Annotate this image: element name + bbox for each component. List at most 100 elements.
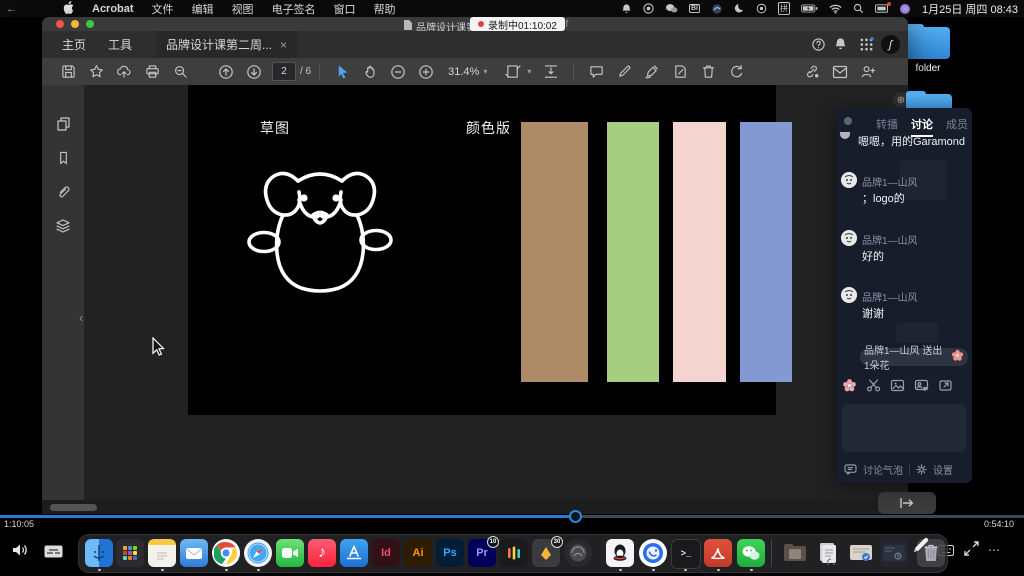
wechat-status-icon[interactable] xyxy=(665,3,678,14)
menu-esign[interactable]: 电子签名 xyxy=(272,1,316,17)
delete-trash-icon[interactable] xyxy=(694,61,722,83)
dock-folder-downloads-icon[interactable] xyxy=(781,539,809,567)
siri-icon[interactable] xyxy=(899,3,911,15)
minimize-window-button[interactable] xyxy=(71,20,79,28)
next-page-icon[interactable] xyxy=(240,61,268,83)
dock-premiere-icon[interactable]: Pr10 xyxy=(468,539,496,567)
swirl-status-icon[interactable] xyxy=(711,3,723,15)
dock-illustrator-icon[interactable]: Ai xyxy=(404,539,432,567)
menu-window[interactable]: 窗口 xyxy=(334,1,356,17)
dock-acrobat-icon[interactable] xyxy=(704,539,732,567)
chat-input-area[interactable] xyxy=(842,404,966,452)
dock-photoshop-icon[interactable]: Ps xyxy=(436,539,464,567)
menubar-clock[interactable]: 1月25日 周四 08:43 xyxy=(922,1,1018,17)
dock-meeting-app-icon[interactable] xyxy=(639,539,667,567)
collapse-arrows-icon[interactable] xyxy=(963,540,980,562)
c-circle-icon[interactable] xyxy=(643,3,654,14)
moon-icon[interactable] xyxy=(734,3,745,14)
more-options-icon[interactable]: ⋯ xyxy=(988,543,1001,557)
dock-chrome-icon[interactable] xyxy=(212,539,240,567)
bubble-toggle-icon[interactable] xyxy=(844,464,857,475)
menu-help[interactable]: 帮助 xyxy=(374,1,396,17)
bubble-toggle-label[interactable]: 讨论气泡 xyxy=(863,462,903,477)
menu-app-name[interactable]: Acrobat xyxy=(92,3,134,15)
settings-gear-icon[interactable] xyxy=(916,464,927,475)
hand-tool-icon[interactable] xyxy=(356,61,384,83)
dock-safari-icon[interactable] xyxy=(244,539,272,567)
zoom-in-icon[interactable] xyxy=(412,61,440,83)
recording-indicator[interactable]: 录制中01:10:02 xyxy=(470,17,565,31)
wifi-icon[interactable] xyxy=(829,4,842,14)
user-avatar[interactable]: ʃ xyxy=(881,35,900,54)
dock-system-app-icon[interactable] xyxy=(564,539,592,567)
progress-bar-remaining[interactable] xyxy=(575,515,1024,518)
menu-view[interactable]: 视图 xyxy=(232,1,254,17)
dock-document-badge-icon[interactable] xyxy=(847,539,875,567)
scissors-screenshot-icon[interactable] xyxy=(866,378,881,393)
search-icon[interactable] xyxy=(166,61,194,83)
tab-tools[interactable]: 工具 xyxy=(108,36,132,53)
dock-documents-stack-icon[interactable] xyxy=(814,539,842,567)
spotlight-search-icon[interactable] xyxy=(853,3,864,14)
print-icon[interactable] xyxy=(138,61,166,83)
star-icon[interactable] xyxy=(82,61,110,83)
dock-indesign-icon[interactable]: Id xyxy=(372,539,400,567)
previous-page-icon[interactable] xyxy=(212,61,240,83)
collapse-panel-chevron-icon[interactable]: ‹ xyxy=(79,310,83,325)
progress-bar-elapsed[interactable] xyxy=(0,515,575,518)
apple-menu-icon[interactable] xyxy=(63,1,74,17)
highlight-pen-icon[interactable] xyxy=(610,61,638,83)
select-tool-icon[interactable] xyxy=(328,61,356,83)
dock-sketch-app-icon[interactable]: 30 xyxy=(532,539,560,567)
annotate-pencil-icon[interactable] xyxy=(910,534,930,561)
close-window-button[interactable] xyxy=(56,20,64,28)
menu-file[interactable]: 文件 xyxy=(152,1,174,17)
share-cloud-icon[interactable] xyxy=(110,61,138,83)
zoom-out-icon[interactable] xyxy=(384,61,412,83)
fill-sign-icon[interactable] xyxy=(666,61,694,83)
dock-terminal-icon[interactable]: >_ xyxy=(671,539,701,569)
email-icon[interactable] xyxy=(826,61,854,83)
dock-music-icon[interactable]: ♪ xyxy=(308,539,336,567)
image-icon[interactable] xyxy=(890,378,905,393)
settings-label[interactable]: 设置 xyxy=(933,462,953,477)
progress-handle[interactable] xyxy=(569,510,582,523)
help-icon[interactable] xyxy=(811,37,826,52)
scrollbar-thumb[interactable] xyxy=(50,504,97,511)
bookmarks-icon[interactable] xyxy=(49,147,77,169)
save-icon[interactable] xyxy=(54,61,82,83)
fit-dropdown-icon[interactable]: ▾ xyxy=(527,67,531,76)
send-flower-icon[interactable] xyxy=(842,378,857,393)
dock-qq-icon[interactable] xyxy=(606,539,634,567)
skip-forward-button[interactable] xyxy=(878,492,936,514)
dock-appstore-icon[interactable] xyxy=(340,539,368,567)
zoom-dropdown-icon[interactable]: ▾ xyxy=(483,67,487,76)
dock-facetime-icon[interactable] xyxy=(276,539,304,567)
back-arrow-icon[interactable]: ← xyxy=(6,3,17,15)
sign-pen-icon[interactable] xyxy=(638,61,666,83)
bi-status-icon[interactable]: BI xyxy=(689,4,700,13)
page-number-input[interactable]: 2 xyxy=(272,62,296,81)
dock-notes-icon[interactable] xyxy=(148,539,176,567)
dock-media-app-icon[interactable] xyxy=(500,539,528,567)
tab-document[interactable]: 品牌设计课第二周... × xyxy=(156,31,297,58)
share-link-icon[interactable] xyxy=(798,61,826,83)
tab-close-icon[interactable]: × xyxy=(280,38,287,52)
display-mirroring-icon[interactable] xyxy=(875,4,888,14)
layers-icon[interactable] xyxy=(49,215,77,237)
dock-wechat-icon[interactable] xyxy=(737,539,765,567)
tab-home[interactable]: 主页 xyxy=(62,36,86,53)
attachments-icon[interactable] xyxy=(49,181,77,203)
fit-width-icon[interactable] xyxy=(537,61,565,83)
comment-icon[interactable] xyxy=(582,61,610,83)
ime-pinyin-badge[interactable]: 拼 xyxy=(778,2,790,15)
member-chat-icon[interactable] xyxy=(914,378,929,393)
redo-icon[interactable] xyxy=(722,61,750,83)
popout-share-icon[interactable] xyxy=(938,378,953,393)
dock-launchpad-icon[interactable] xyxy=(116,539,144,567)
notifications-bell-icon[interactable] xyxy=(833,37,848,52)
bell-icon[interactable] xyxy=(621,3,632,15)
apps-grid-icon[interactable] xyxy=(859,37,874,55)
zoom-window-button[interactable] xyxy=(86,20,94,28)
zoom-level[interactable]: 31.4% xyxy=(448,66,479,78)
